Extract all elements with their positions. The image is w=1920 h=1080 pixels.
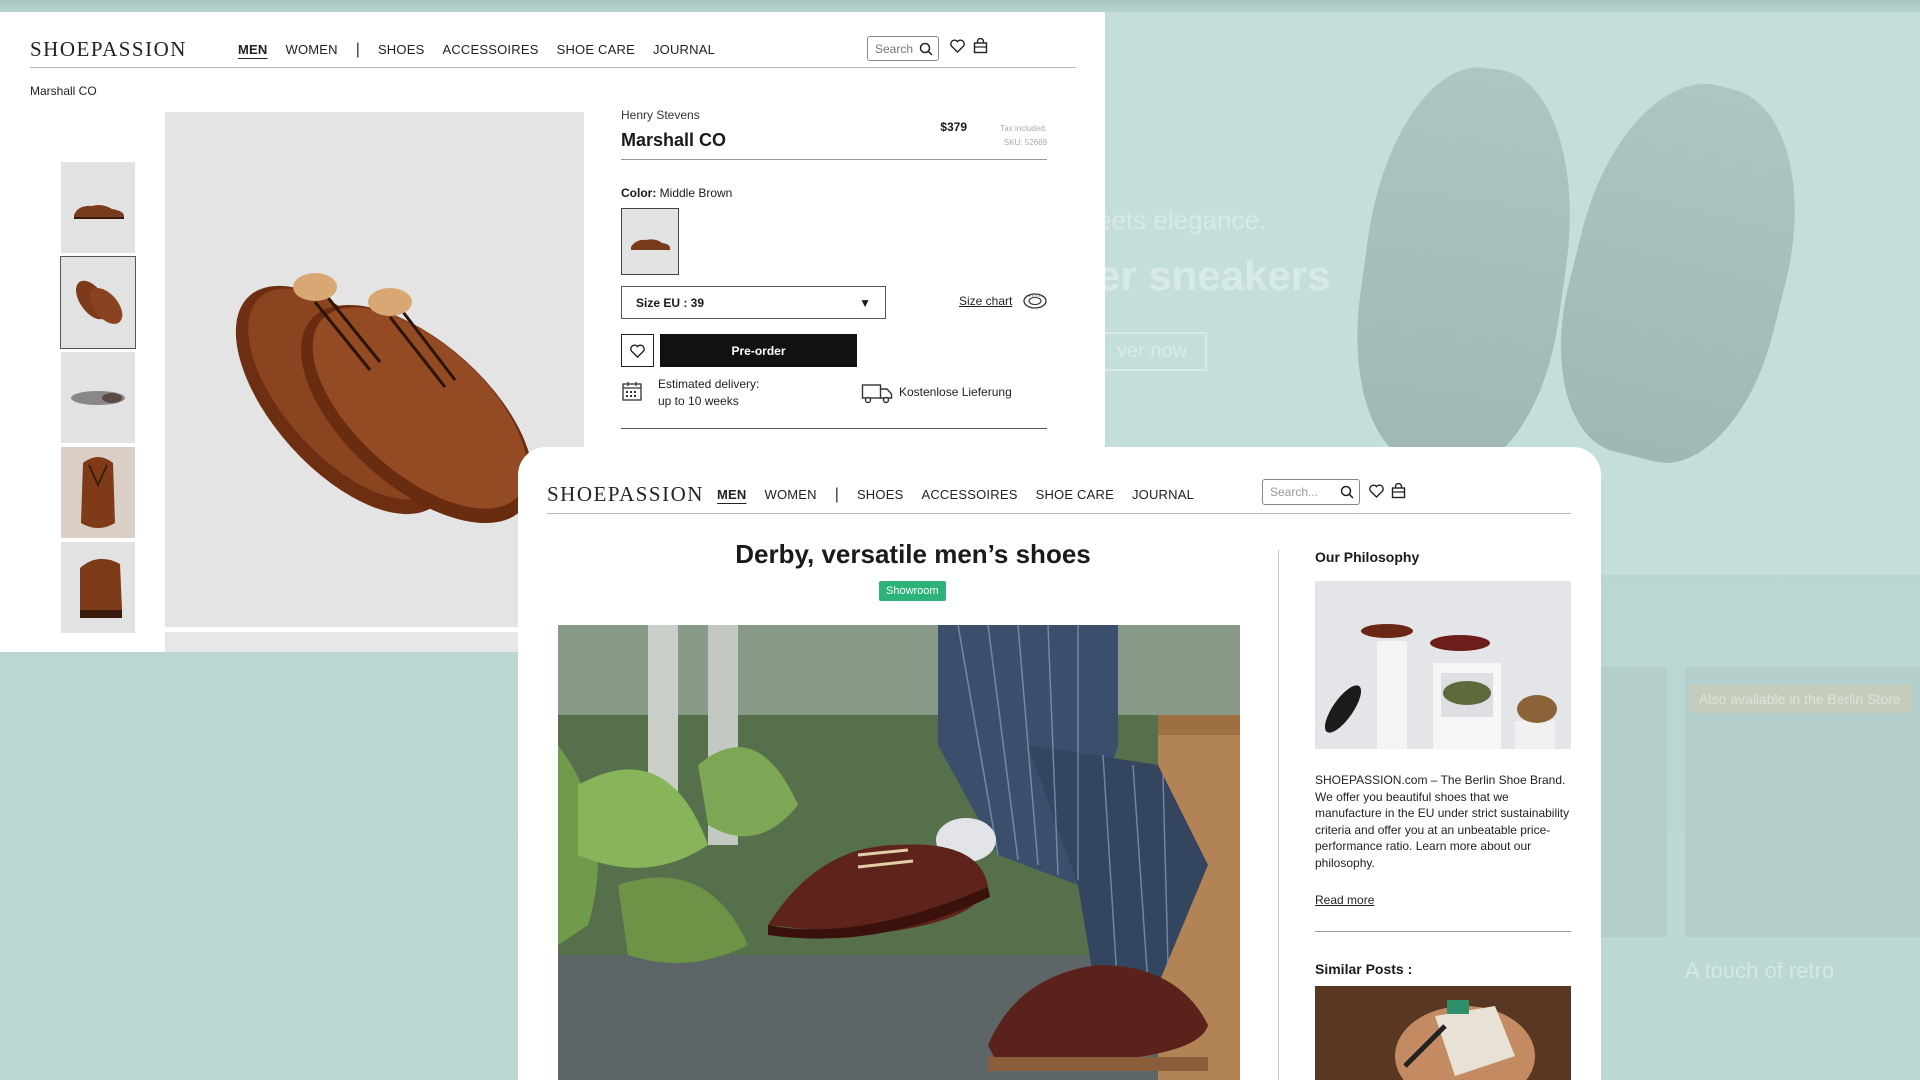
delivery-label: Estimated delivery: — [658, 377, 760, 391]
nav-women[interactable]: WOMEN — [765, 487, 817, 502]
caret-down-icon: ▼ — [859, 295, 871, 310]
sneaker-right-image — [1532, 62, 1828, 482]
journal-page: SHOEPASSION MEN WOMEN | SHOES ACCESSOIRE… — [518, 447, 1601, 1080]
truck-icon — [861, 382, 893, 409]
thumbnail-heel-view[interactable] — [61, 542, 135, 633]
thumbnail-list — [60, 162, 136, 633]
search-icon[interactable] — [919, 42, 933, 56]
nav-women[interactable]: WOMEN — [286, 42, 338, 57]
heart-icon[interactable] — [950, 39, 965, 53]
product-price: $379 — [940, 120, 967, 134]
sku: SKU: 52669 — [1003, 138, 1047, 147]
banner-tagline-big: er sneakers — [1097, 252, 1331, 299]
search-placeholder: Search... — [1270, 485, 1319, 499]
nav-shoes[interactable]: SHOES — [857, 487, 904, 502]
thumbnail-sole-view[interactable] — [61, 352, 135, 443]
divider — [621, 159, 1047, 160]
divider — [621, 428, 1047, 429]
philosophy-image — [1315, 581, 1571, 749]
logo[interactable]: SHOEPASSION — [547, 482, 702, 507]
nav-separator: | — [834, 485, 839, 503]
nav-shoe-care[interactable]: SHOE CARE — [1036, 487, 1114, 502]
color-label: Color: Middle Brown — [621, 186, 732, 200]
philosophy-text: SHOEPASSION.com – The Berlin Shoe Brand.… — [1315, 773, 1570, 870]
search-placeholder: Search — [875, 41, 914, 56]
bag-icon[interactable] — [1391, 483, 1406, 499]
nav-accessoires[interactable]: ACCESSOIRES — [442, 42, 538, 57]
estimated-delivery: Estimated delivery: up to 10 weeks — [658, 376, 759, 410]
color-swatch[interactable] — [621, 208, 679, 275]
nav-shoe-care[interactable]: SHOE CARE — [557, 42, 635, 57]
heart-icon[interactable] — [1369, 484, 1384, 498]
product-info: Henry Stevens Marshall CO $379 Tax inclu… — [621, 108, 1047, 429]
product-brand[interactable]: Henry Stevens — [621, 108, 1047, 122]
article-title: Derby, versatile men’s shoes — [735, 539, 1091, 569]
bag-icon[interactable] — [973, 38, 988, 54]
philosophy-heading: Our Philosophy — [1315, 549, 1420, 565]
content-divider — [1278, 550, 1279, 1080]
breadcrumb[interactable]: Marshall CO — [30, 84, 97, 98]
size-value: Size EU : 39 — [636, 295, 705, 310]
similar-posts-heading: Similar Posts : — [1315, 961, 1413, 977]
thumbnail-front-view[interactable] — [61, 447, 135, 538]
delivery-time: up to 10 weeks — [658, 394, 739, 408]
search-input[interactable]: Search — [867, 36, 939, 61]
thumbnail-side-view[interactable] — [61, 162, 135, 253]
banner-tagline-small: eets elegance. — [1097, 205, 1267, 235]
background-store-badge: Also available in the Berlin Store — [1689, 685, 1911, 713]
nav-separator: | — [355, 40, 360, 58]
tax-note: Tax included. — [1000, 124, 1047, 133]
preorder-button[interactable]: Pre-order — [660, 334, 857, 367]
nav-journal[interactable]: JOURNAL — [653, 42, 715, 57]
background-card-a — [1601, 667, 1667, 937]
nav-accessoires[interactable]: ACCESSOIRES — [921, 487, 1017, 502]
product-name: Marshall CO — [621, 130, 727, 150]
nav-men[interactable]: MEN — [717, 487, 747, 502]
article-hero-image — [558, 625, 1240, 1080]
sneaker-left-image — [1338, 55, 1592, 479]
price-meta: Tax included. SKU: 52669 — [1000, 122, 1047, 150]
measuring-tape-icon[interactable] — [1022, 292, 1048, 315]
size-select[interactable]: Size EU : 39 ▼ — [621, 286, 886, 319]
banner-cta-button[interactable]: ver now — [1097, 332, 1208, 371]
search-icon[interactable] — [1340, 485, 1354, 499]
background-post-title: A touch of retro — [1685, 958, 1835, 983]
free-shipping: Kostenlose Lieferung — [899, 385, 1012, 399]
journal-header: SHOEPASSION MEN WOMEN | SHOES ACCESSOIRE… — [547, 476, 1571, 514]
sidebar-divider — [1315, 931, 1571, 932]
main-nav: MEN WOMEN | SHOES ACCESSOIRES SHOE CARE … — [717, 486, 1194, 504]
main-nav: MEN WOMEN | SHOES ACCESSOIRES SHOE CARE … — [238, 41, 715, 59]
similar-post-image[interactable] — [1315, 986, 1571, 1080]
logo[interactable]: SHOEPASSION — [30, 37, 209, 62]
thumbnail-pair-view[interactable] — [60, 256, 136, 349]
size-chart-link[interactable]: Size chart — [959, 294, 1012, 308]
color-value: Middle Brown — [656, 186, 733, 200]
product-header: SHOEPASSION MEN WOMEN | SHOES ACCESSOIRE… — [30, 32, 1076, 68]
nav-shoes[interactable]: SHOES — [378, 42, 425, 57]
nav-journal[interactable]: JOURNAL — [1132, 487, 1194, 502]
heart-icon — [630, 343, 645, 358]
calendar-icon — [621, 380, 643, 407]
nav-men[interactable]: MEN — [238, 42, 268, 57]
read-more-link[interactable]: Read more — [1315, 893, 1374, 907]
category-badge[interactable]: Showroom — [879, 581, 946, 601]
color-label-key: Color: — [621, 186, 657, 200]
add-to-wishlist-button[interactable] — [621, 334, 654, 367]
search-input[interactable]: Search... — [1262, 479, 1360, 505]
